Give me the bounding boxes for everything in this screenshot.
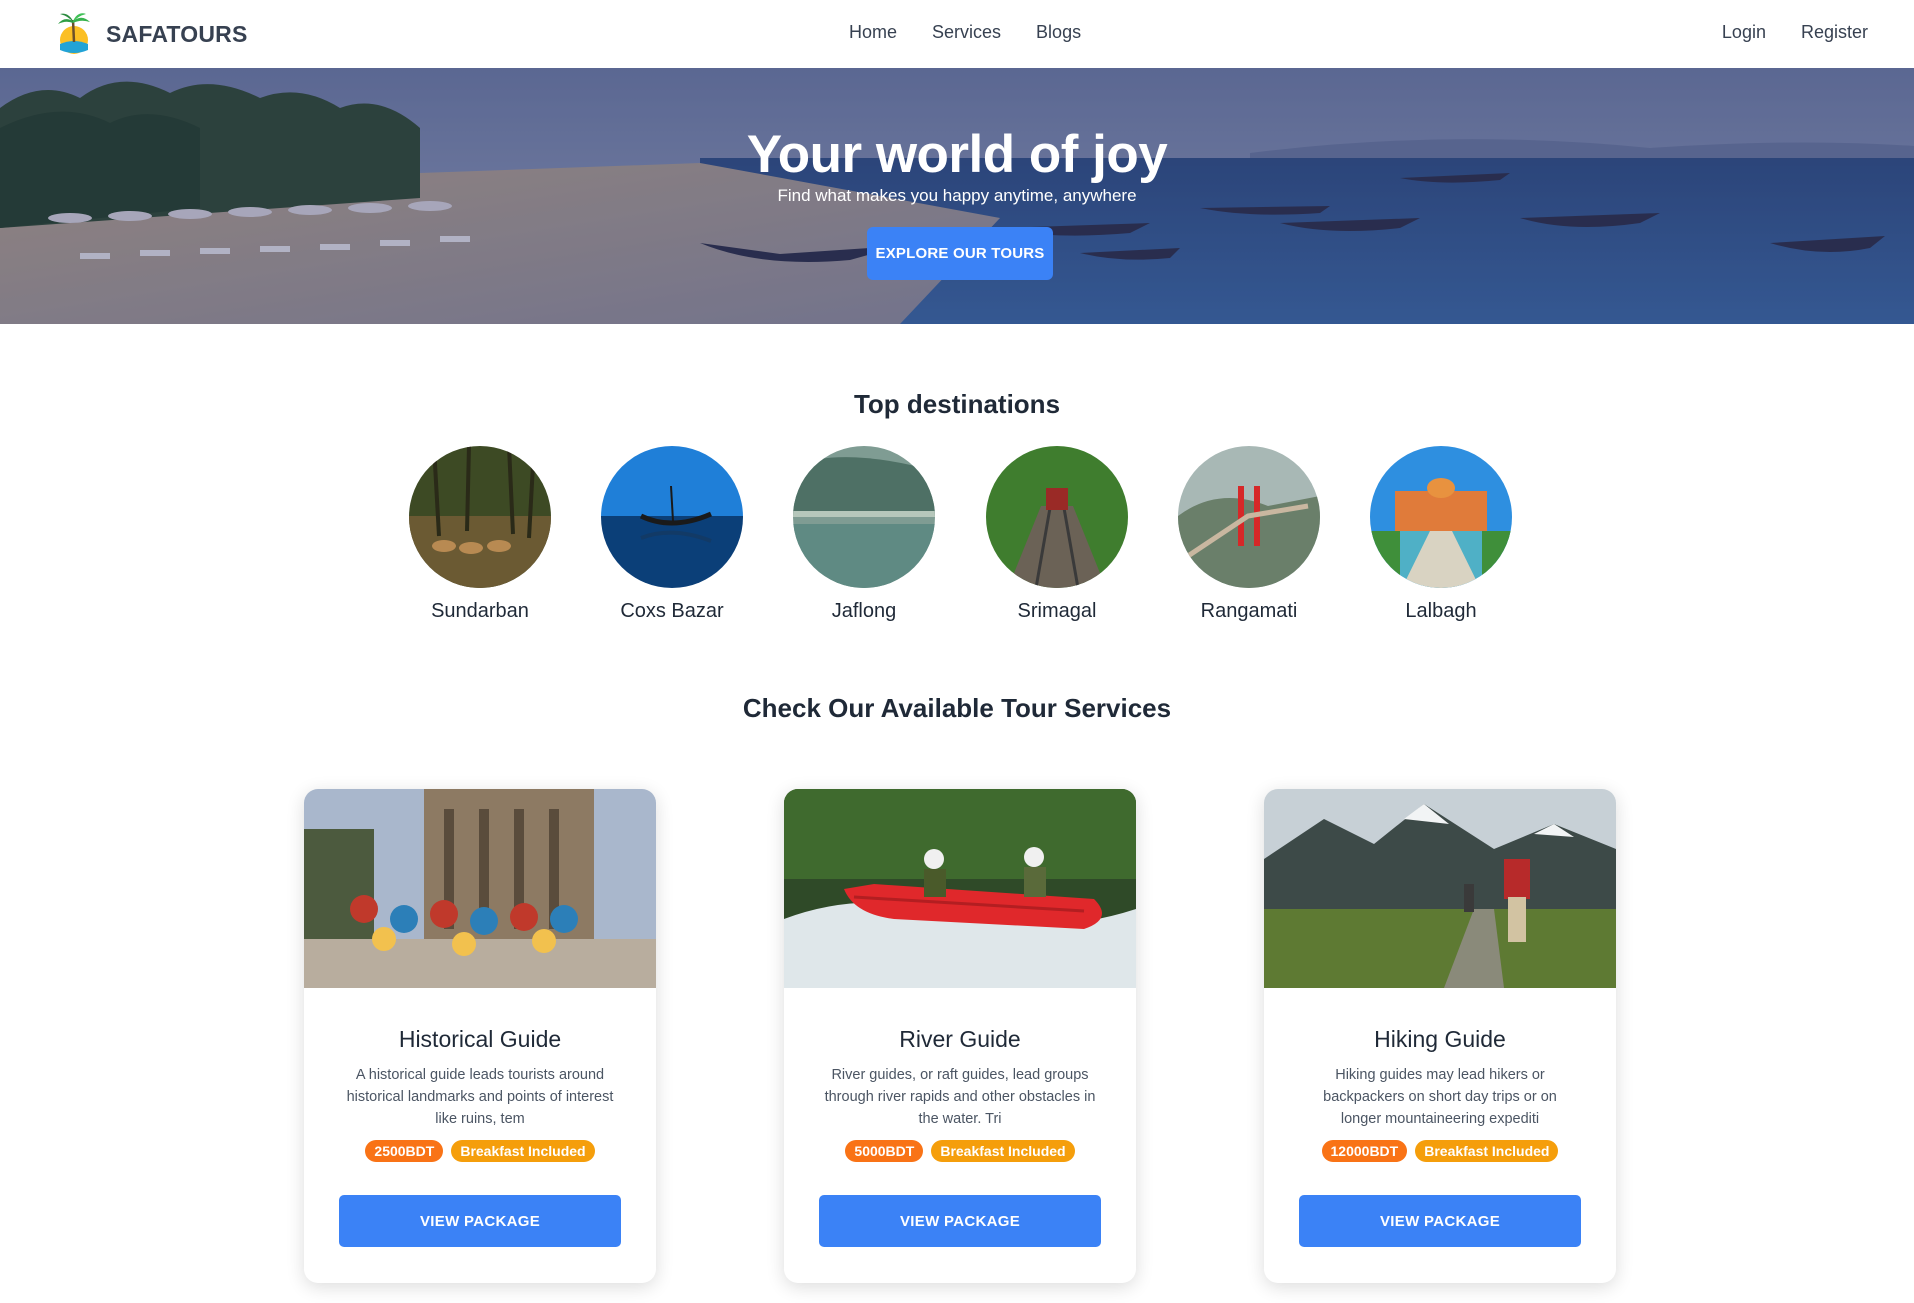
price-badge: 12000BDT	[1321, 1140, 1408, 1162]
destination-coxs-bazar[interactable]: Coxs Bazar	[601, 446, 743, 623]
destination-sundarban[interactable]: Sundarban	[409, 446, 551, 623]
destination-label: Rangamati	[1200, 600, 1298, 622]
river-guide-image	[784, 789, 1136, 988]
card-description: Hiking guides may lead hikers or backpac…	[1323, 1067, 1557, 1127]
card-badges: 5000BDT Breakfast Included	[784, 1140, 1136, 1162]
card-title: Hiking Guide	[1374, 1026, 1506, 1052]
breakfast-badge: Breakfast Included	[451, 1140, 595, 1162]
register-link[interactable]: Register	[1801, 22, 1868, 43]
hero-banner: Your world of joy Find what makes you ha…	[0, 68, 1914, 324]
card-title: Historical Guide	[398, 1026, 562, 1052]
login-link[interactable]: Login	[1722, 22, 1766, 43]
card-description: River guides, or raft guides, lead group…	[824, 1067, 1096, 1127]
services-title: Check Our Available Tour Services	[742, 693, 1172, 723]
service-card-river: River Guide River guides, or raft guides…	[784, 789, 1136, 1283]
nav-services-link[interactable]: Services	[932, 22, 1001, 43]
hero-subtitle: Find what makes you happy anytime, anywh…	[777, 186, 1137, 205]
price-badge: 5000BDT	[845, 1140, 924, 1162]
nav-home-link[interactable]: Home	[849, 22, 897, 43]
main-nav: Home Services Blogs	[849, 22, 1081, 43]
destination-label: Srimagal	[1017, 600, 1097, 622]
brand-name: SAFATOURS	[106, 20, 248, 47]
view-package-button[interactable]: VIEW PACKAGE	[1299, 1195, 1581, 1247]
card-description: A historical guide leads tourists around…	[346, 1067, 614, 1127]
destination-label: Sundarban	[431, 600, 529, 622]
hiking-guide-image	[1264, 789, 1616, 988]
card-badges: 12000BDT Breakfast Included	[1264, 1140, 1616, 1162]
service-card-historical: Historical Guide A historical guide lead…	[304, 789, 656, 1283]
destination-label: Coxs Bazar	[620, 600, 724, 622]
view-package-button[interactable]: VIEW PACKAGE	[819, 1195, 1101, 1247]
destination-jaflong[interactable]: Jaflong	[793, 446, 935, 623]
coxs-bazar-image	[601, 446, 743, 588]
destination-srimagal[interactable]: Srimagal	[986, 446, 1128, 623]
hero-title: Your world of joy	[746, 125, 1168, 184]
auth-nav: Login Register	[1722, 22, 1868, 43]
service-card-hiking: Hiking Guide Hiking guides may lead hike…	[1264, 789, 1616, 1283]
price-badge: 2500BDT	[365, 1140, 444, 1162]
nav-blogs-link[interactable]: Blogs	[1036, 22, 1081, 43]
breakfast-badge: Breakfast Included	[931, 1140, 1075, 1162]
view-package-button[interactable]: VIEW PACKAGE	[339, 1195, 621, 1247]
destinations-title: Top destinations	[853, 389, 1061, 419]
breakfast-badge: Breakfast Included	[1415, 1140, 1559, 1162]
explore-tours-button[interactable]: EXPLORE OUR TOURS	[867, 227, 1053, 280]
rangamati-image	[1178, 446, 1320, 588]
destination-label: Lalbagh	[1405, 600, 1477, 622]
destination-lalbagh[interactable]: Lalbagh	[1370, 446, 1512, 623]
sundarban-image	[409, 446, 551, 588]
destination-label: Jaflong	[831, 600, 897, 622]
navbar: SAFATOURS Home Services Blogs Login Regi…	[0, 0, 1914, 68]
lalbagh-image	[1370, 446, 1512, 588]
card-title: River Guide	[899, 1026, 1021, 1052]
srimagal-image	[986, 446, 1128, 588]
jaflong-image	[793, 446, 935, 588]
palm-beach-logo-icon	[58, 13, 90, 54]
brand[interactable]: SAFATOURS	[54, 12, 248, 56]
card-badges: 2500BDT Breakfast Included	[304, 1140, 656, 1162]
destination-rangamati[interactable]: Rangamati	[1178, 446, 1320, 623]
historical-guide-image	[304, 789, 656, 988]
